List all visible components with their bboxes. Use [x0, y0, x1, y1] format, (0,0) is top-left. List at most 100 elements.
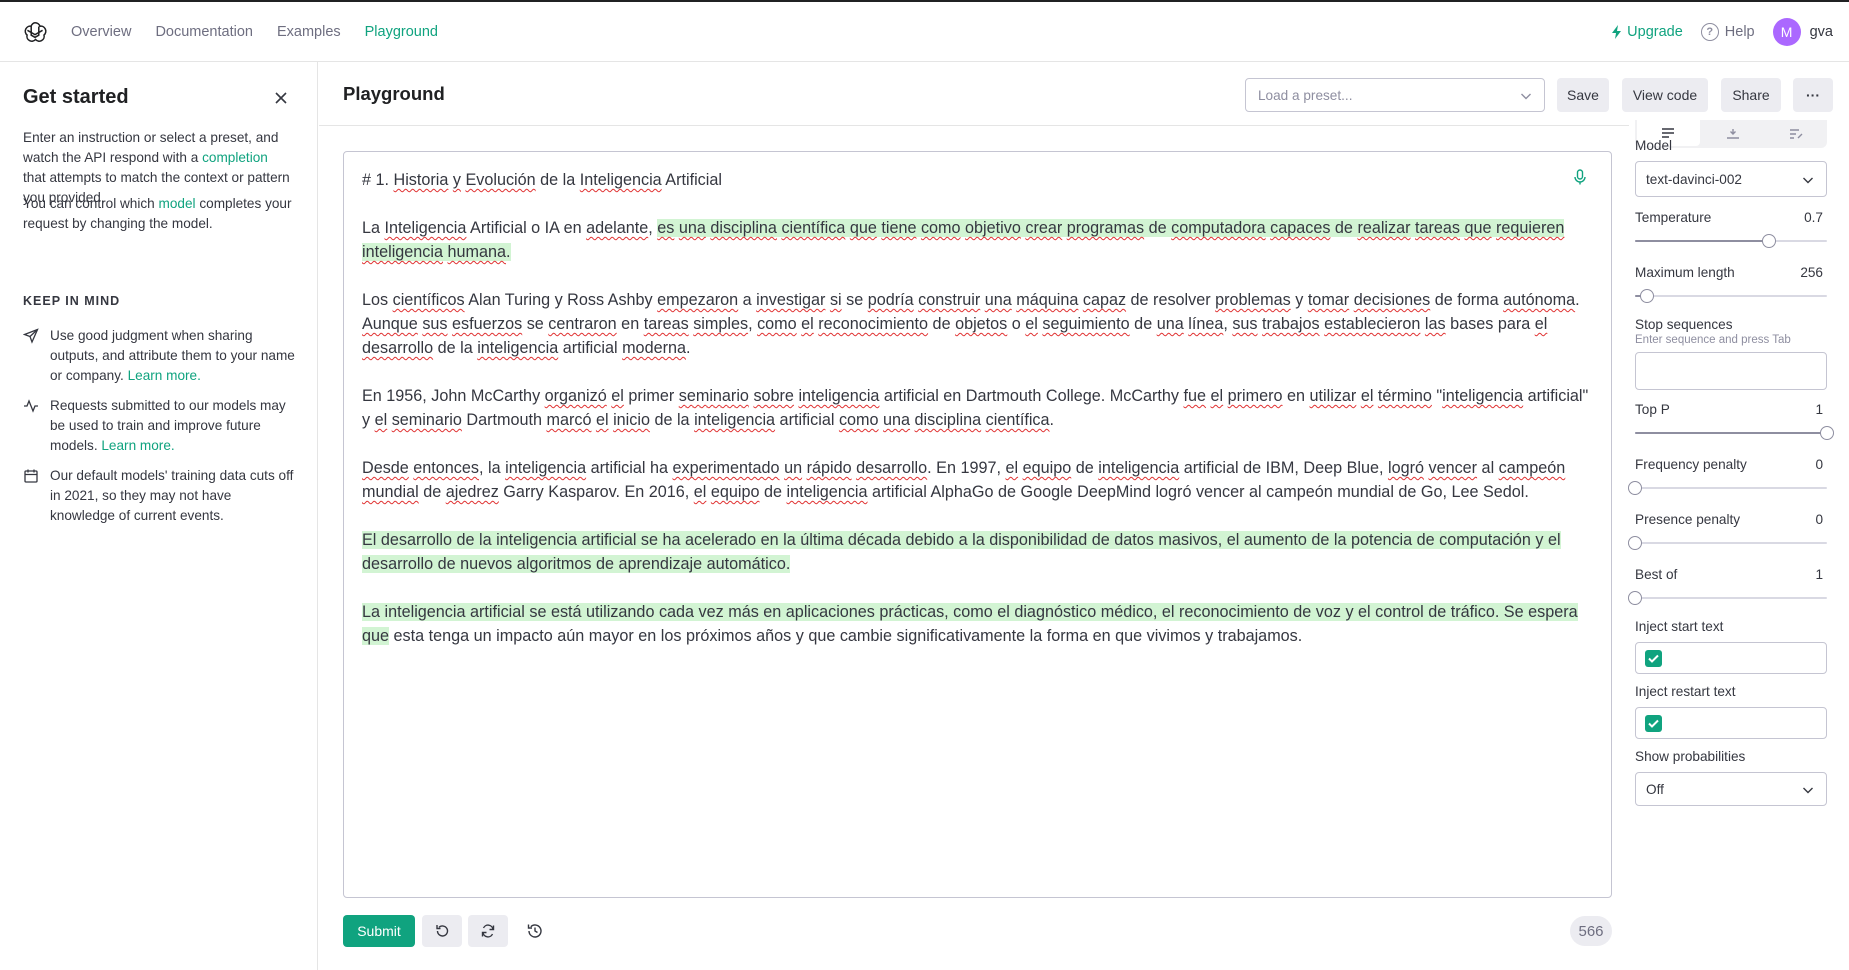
prompt-text: Los [362, 291, 393, 309]
top-p-slider[interactable] [1635, 426, 1834, 440]
close-icon[interactable] [273, 90, 289, 106]
prompt-text: un [784, 459, 803, 477]
prompt-text: , la [479, 459, 506, 477]
max-length-value[interactable]: 256 [1800, 265, 1823, 280]
upgrade-link[interactable]: Upgrade [1611, 24, 1683, 40]
frequency-penalty-slider[interactable] [1628, 481, 1827, 495]
prompt-text: Dartmouth [461, 411, 547, 429]
help-link[interactable]: ? Help [1700, 23, 1755, 41]
undo-button[interactable] [422, 915, 462, 947]
prompt-text: seminario [391, 411, 462, 429]
learn-more-link[interactable]: Learn more. [101, 438, 174, 453]
tab-insert[interactable] [1702, 120, 1765, 148]
presence-penalty-slider[interactable] [1628, 536, 1827, 550]
more-options-button[interactable]: ··· [1793, 78, 1833, 112]
sidebar-title: Get started [23, 86, 129, 108]
prompt-text: científicos [392, 291, 465, 309]
prompt-text: . [685, 339, 691, 357]
prompt-text: " [1431, 387, 1443, 405]
view-code-button[interactable]: View code [1622, 78, 1708, 112]
nav-documentation[interactable]: Documentation [155, 24, 253, 40]
frequency-penalty-value[interactable]: 0 [1815, 457, 1823, 472]
tab-edit[interactable] [1764, 120, 1827, 148]
completion-text: programas [1066, 219, 1145, 237]
completion-text: crear [1025, 219, 1063, 237]
completion-text: que [1464, 219, 1492, 237]
stop-sequences-input[interactable] [1635, 352, 1827, 390]
editor-text: # 1. Historia y Evolución de la Intelige… [362, 168, 1593, 648]
prompt-text: artificial ha [586, 459, 673, 477]
prompt-text: máquina [1016, 291, 1079, 309]
editor-paragraph: # 1. Historia y Evolución de la Intelige… [362, 168, 1594, 192]
slider-handle[interactable] [1628, 536, 1642, 550]
nav-playground[interactable]: Playground [365, 24, 438, 40]
temperature-value[interactable]: 0.7 [1804, 210, 1823, 225]
model-select[interactable]: text-davinci-002 [1635, 161, 1827, 197]
prompt-text: artificial [558, 339, 623, 357]
learn-more-link[interactable]: Learn more. [128, 368, 201, 383]
save-button[interactable]: Save [1557, 78, 1609, 112]
checkbox[interactable] [1645, 715, 1662, 732]
checkbox[interactable] [1645, 650, 1662, 667]
check-icon [1648, 719, 1659, 728]
prompt-text: bases para [1445, 315, 1535, 333]
slider-handle[interactable] [1820, 426, 1834, 440]
prompt-text: problemas [1215, 291, 1291, 309]
openai-logo-icon[interactable] [22, 20, 48, 46]
editor-paragraph: La inteligencia artificial se está utili… [362, 600, 1594, 648]
completion-link[interactable]: completion [202, 150, 268, 165]
regenerate-button[interactable] [468, 915, 508, 947]
prompt-text: seminario [678, 387, 749, 405]
prompt-text: una [984, 291, 1012, 309]
prompt-text: Evolución [465, 171, 536, 189]
prompt-text: esta tenga un impacto aún mayor en los p… [389, 627, 1303, 645]
activity-icon [24, 399, 38, 413]
preset-select[interactable]: Load a preset... [1245, 78, 1545, 112]
prompt-text: el [1025, 315, 1038, 333]
chevron-down-icon [1803, 787, 1813, 794]
top-p-value[interactable]: 1 [1815, 402, 1823, 417]
prompt-text: Inteligencia [384, 219, 467, 237]
history-button[interactable] [515, 915, 555, 947]
submit-button[interactable]: Submit [343, 915, 415, 947]
user-menu[interactable]: M gva [1772, 18, 1833, 46]
prompt-text: primer [623, 387, 679, 405]
prompt-text: desarrollo [362, 339, 434, 357]
prompt-text: en [1282, 387, 1310, 405]
edit-mode-icon [1789, 129, 1803, 139]
prompt-text: y [452, 171, 461, 189]
prompt-text: de resolver [1126, 291, 1216, 309]
inject-restart-field[interactable] [1635, 707, 1827, 739]
model-link[interactable]: model [159, 196, 196, 211]
best-of-value[interactable]: 1 [1815, 567, 1823, 582]
best-of-label: Best of [1635, 567, 1678, 582]
prompt-editor[interactable]: # 1. Historia y Evolución de la Intelige… [343, 151, 1612, 898]
temperature-slider[interactable] [1635, 234, 1827, 248]
prompt-text: las [1424, 315, 1446, 333]
max-length-slider[interactable] [1635, 289, 1827, 303]
presence-penalty-value[interactable]: 0 [1815, 512, 1823, 527]
share-button[interactable]: Share [1721, 78, 1781, 112]
slider-handle[interactable] [1640, 289, 1655, 303]
prompt-text: disciplina [914, 411, 982, 429]
refresh-icon [481, 924, 495, 938]
nav-overview[interactable]: Overview [71, 24, 131, 40]
prompt-text: vencer [1428, 459, 1478, 477]
microphone-icon[interactable] [1571, 168, 1589, 186]
slider-handle[interactable] [1762, 234, 1777, 248]
prompt-text: de la [433, 339, 478, 357]
prompt-text: inteligencia [694, 411, 776, 429]
username: gva [1809, 24, 1833, 40]
completion-text: científica [781, 219, 846, 237]
inject-start-field[interactable] [1635, 642, 1827, 674]
nav-examples[interactable]: Examples [277, 24, 341, 40]
prompt-text: inicio [613, 411, 650, 429]
best-of-slider[interactable] [1628, 591, 1827, 605]
prompt-text: Garry Kasparov. En 2016, [498, 483, 694, 501]
slider-handle[interactable] [1628, 481, 1642, 495]
slider-handle[interactable] [1628, 591, 1642, 605]
show-probabilities-select[interactable]: Off [1635, 772, 1827, 806]
prompt-text: establecieron [1324, 315, 1421, 333]
prompt-text: Inteligencia [579, 171, 662, 189]
prompt-text: En 1956, John McCarthy [362, 387, 545, 405]
